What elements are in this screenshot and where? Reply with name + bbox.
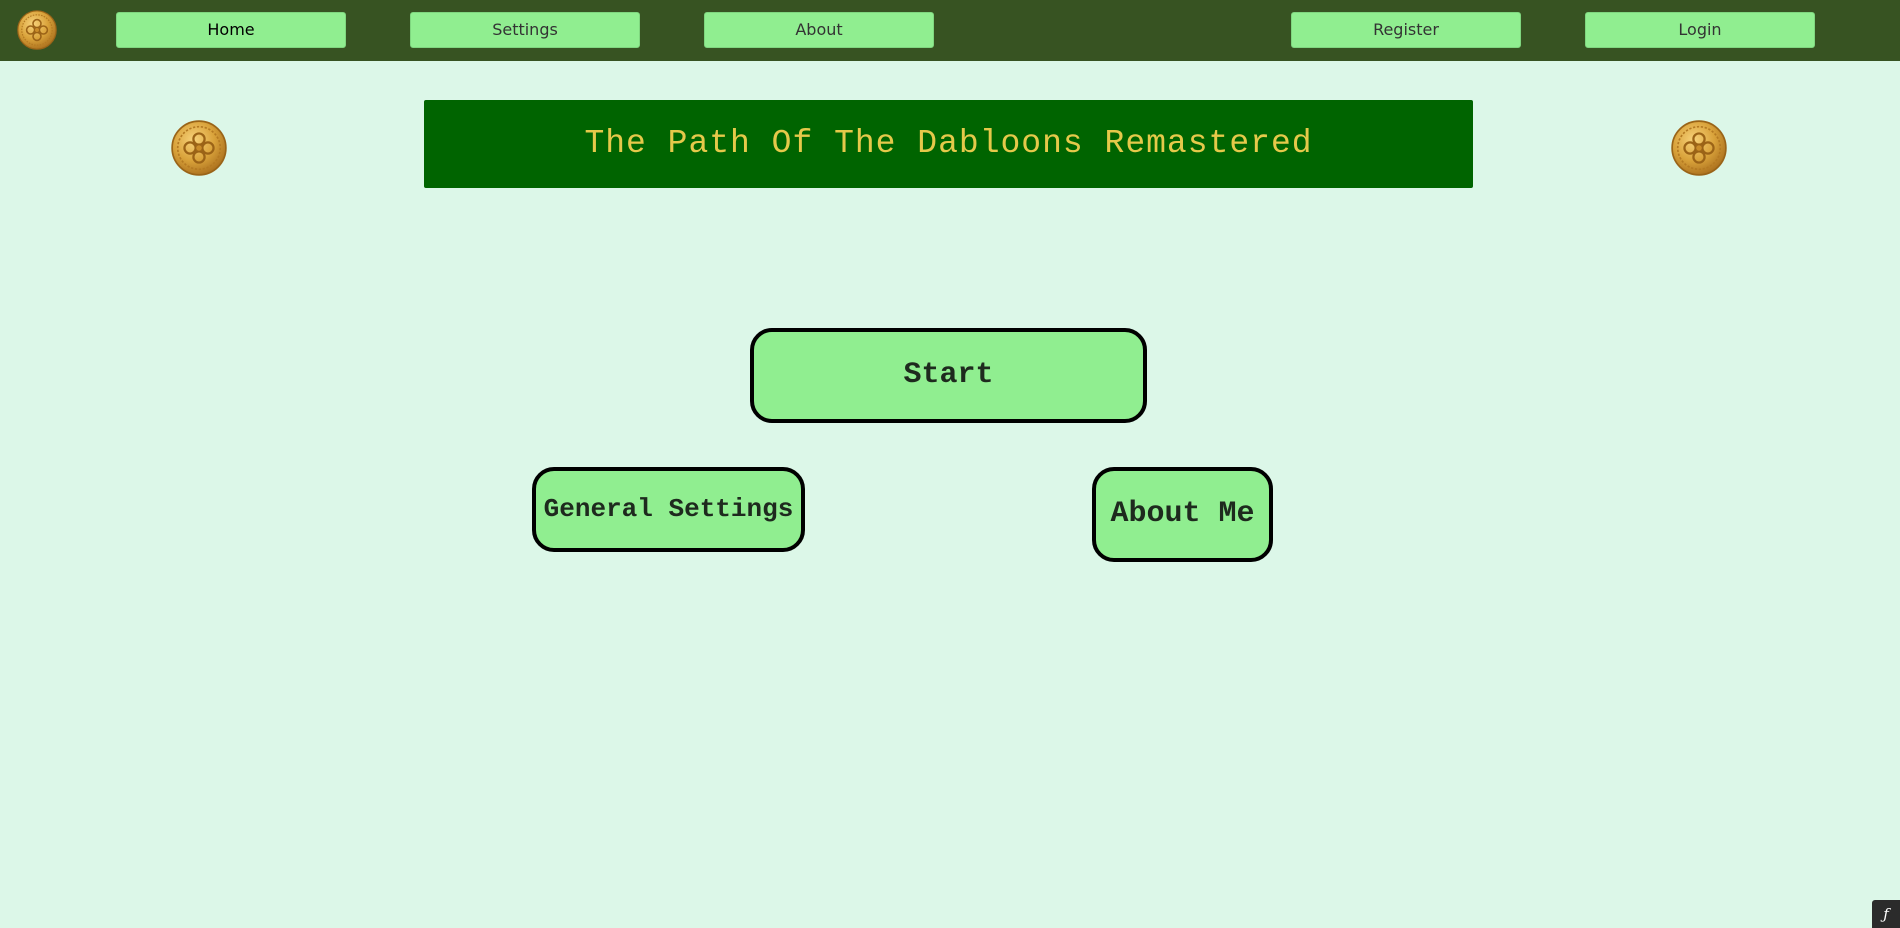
debug-toolbar-icon[interactable]: ƒ bbox=[1872, 900, 1900, 928]
page-title: The Path Of The Dabloons Remastered bbox=[424, 100, 1473, 188]
nav-home-button[interactable]: Home bbox=[116, 12, 346, 48]
register-button[interactable]: Register bbox=[1291, 12, 1521, 48]
general-settings-button[interactable]: General Settings bbox=[532, 467, 805, 552]
nav-settings-button[interactable]: Settings bbox=[410, 12, 640, 48]
gold-coin-icon[interactable] bbox=[17, 10, 57, 50]
gold-coin-icon bbox=[171, 120, 227, 176]
start-button[interactable]: Start bbox=[750, 328, 1147, 423]
top-navbar: Home Settings About Register Login bbox=[0, 0, 1900, 61]
about-me-button[interactable]: About Me bbox=[1092, 467, 1273, 562]
login-button[interactable]: Login bbox=[1585, 12, 1815, 48]
gold-coin-icon bbox=[1671, 120, 1727, 176]
nav-about-button[interactable]: About bbox=[704, 12, 934, 48]
